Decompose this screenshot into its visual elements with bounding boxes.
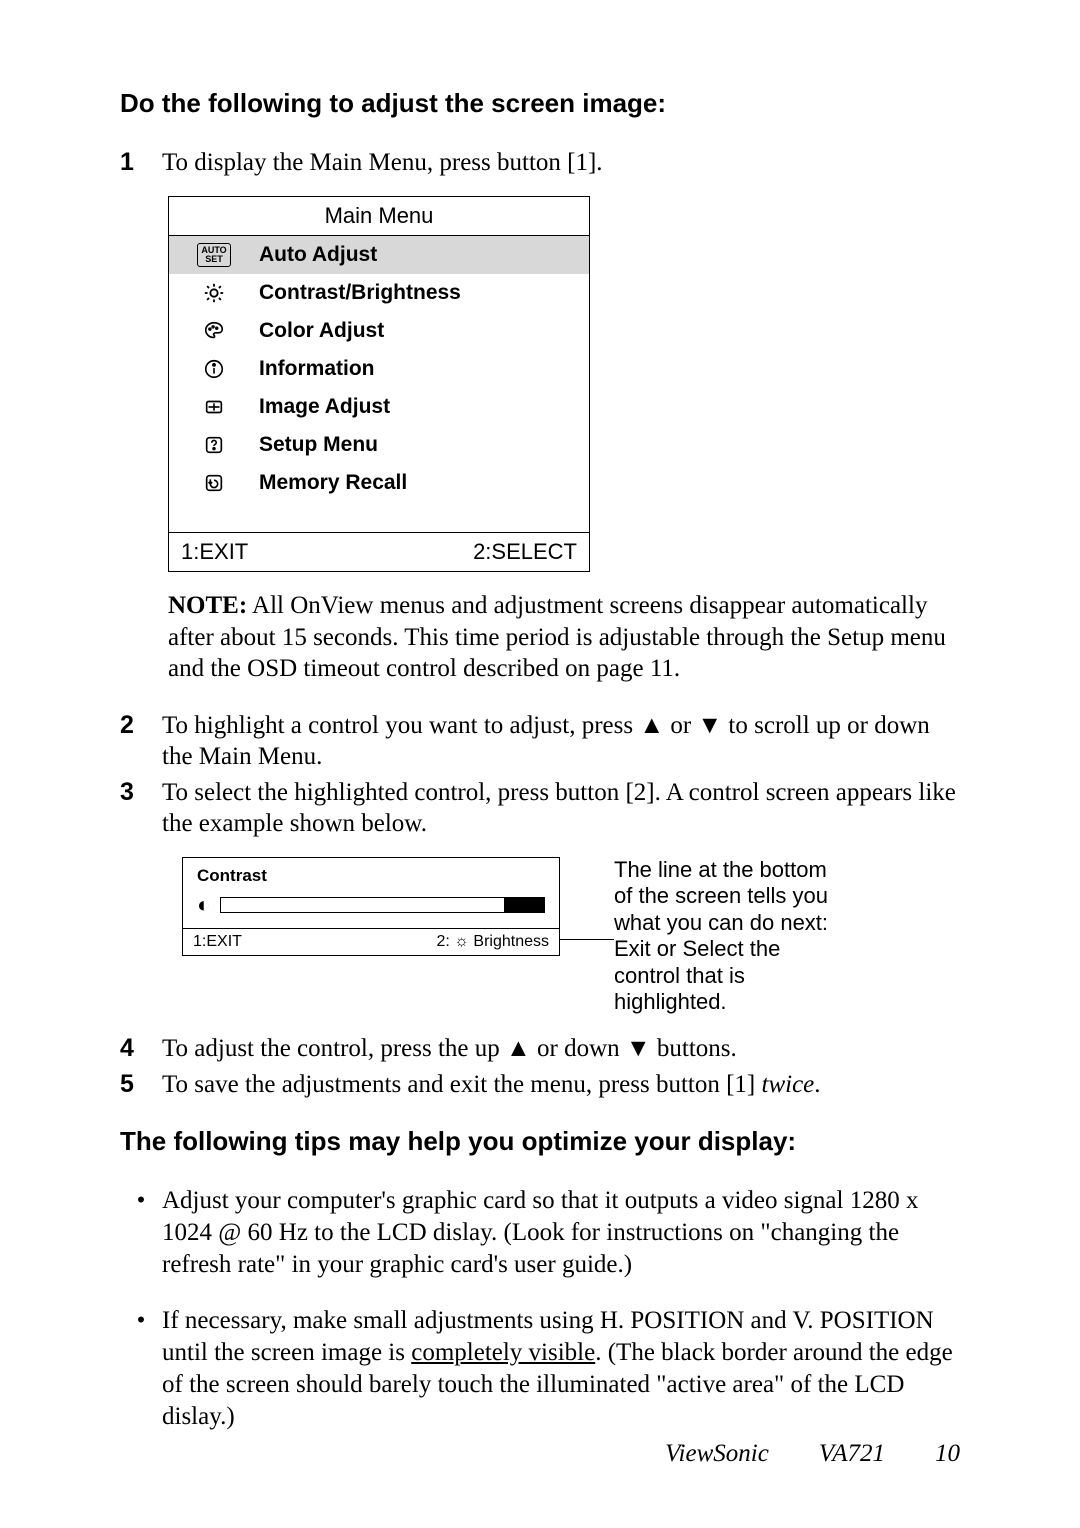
control-panel: Contrast ◐ 1:EXIT 2: ☼ Brightness (182, 857, 560, 956)
main-menu-title: Main Menu (169, 197, 589, 236)
step-text: To adjust the control, press the up ▲ or… (162, 1033, 960, 1064)
step-text: To highlight a control you want to adjus… (162, 710, 960, 773)
footer-model: VA721 (819, 1440, 885, 1468)
tips-list: • Adjust your computer's graphic card so… (120, 1185, 960, 1433)
step-number: 5 (120, 1069, 162, 1100)
callout-text: The line at the bottom of the screen tel… (614, 857, 844, 1015)
image-adjust-icon (169, 396, 259, 418)
steps-list-3: 4 To adjust the control, press the up ▲ … (120, 1033, 960, 1100)
menu-item-auto-adjust: AUTOSET Auto Adjust (169, 236, 589, 274)
info-icon (169, 358, 259, 380)
main-menu-footer: 1:EXIT 2:SELECT (169, 532, 589, 571)
tip-text: If necessary, make small adjustments usi… (162, 1305, 960, 1433)
menu-item-label: Auto Adjust (259, 243, 377, 267)
note-block: NOTE: All OnView menus and adjustment sc… (168, 590, 960, 684)
section-heading-tips: The following tips may help you optimize… (120, 1126, 960, 1157)
step-text: To display the Main Menu, press button [… (162, 147, 960, 178)
step-number: 2 (120, 710, 162, 773)
menu-item-color-adjust: Color Adjust (169, 312, 589, 350)
bullet-icon: • (120, 1305, 162, 1433)
step-text: To save the adjustments and exit the men… (162, 1069, 960, 1100)
menu-item-label: Information (259, 357, 375, 381)
step-number: 1 (120, 147, 162, 178)
footer-brand: ViewSonic (665, 1440, 769, 1468)
note-text: All OnView menus and adjustment screens … (168, 592, 946, 682)
main-menu-panel: Main Menu AUTOSET Auto Adjust Contrast/B… (168, 196, 590, 572)
menu-item-label: Memory Recall (259, 471, 407, 495)
brightness-icon (169, 282, 259, 304)
menu-item-contrast-brightness: Contrast/Brightness (169, 274, 589, 312)
auto-set-icon: AUTOSET (169, 243, 259, 267)
control-panel-row: Contrast ◐ 1:EXIT 2: ☼ Brightness The li… (182, 857, 960, 1015)
menu-footer-exit: 1:EXIT (181, 539, 248, 565)
menu-item-setup-menu: Setup Menu (169, 426, 589, 464)
recall-icon (169, 472, 259, 494)
step-number: 3 (120, 777, 162, 840)
control-panel-footer: 1:EXIT 2: ☼ Brightness (183, 928, 559, 955)
section-heading-adjust: Do the following to adjust the screen im… (120, 88, 960, 119)
menu-item-memory-recall: Memory Recall (169, 464, 589, 502)
step-number: 4 (120, 1033, 162, 1064)
callout-connector (560, 939, 614, 940)
menu-item-label: Color Adjust (259, 319, 384, 343)
menu-item-image-adjust: Image Adjust (169, 388, 589, 426)
palette-icon (169, 320, 259, 342)
step-text: To select the highlighted control, press… (162, 777, 960, 840)
tip-text: Adjust your computer's graphic card so t… (162, 1185, 960, 1281)
page-footer: ViewSonic VA721 10 (665, 1440, 960, 1468)
menu-item-information: Information (169, 350, 589, 388)
control-panel-footer-right: 2: ☼ Brightness (437, 933, 550, 951)
control-panel-label: Contrast (197, 866, 545, 886)
control-panel-footer-exit: 1:EXIT (193, 933, 242, 951)
contrast-icon: ◐ (197, 892, 210, 918)
footer-page-number: 10 (935, 1440, 960, 1468)
bullet-icon: • (120, 1185, 162, 1281)
menu-footer-select: 2:SELECT (473, 539, 577, 565)
steps-list-2: 2 To highlight a control you want to adj… (120, 710, 960, 839)
steps-list: 1 To display the Main Menu, press button… (120, 147, 960, 178)
menu-item-label: Image Adjust (259, 395, 390, 419)
note-label: NOTE: (168, 592, 247, 619)
slider-fill (504, 897, 544, 913)
menu-item-label: Setup Menu (259, 433, 378, 457)
menu-item-label: Contrast/Brightness (259, 281, 461, 305)
question-icon (169, 434, 259, 456)
slider-bar (220, 897, 545, 913)
